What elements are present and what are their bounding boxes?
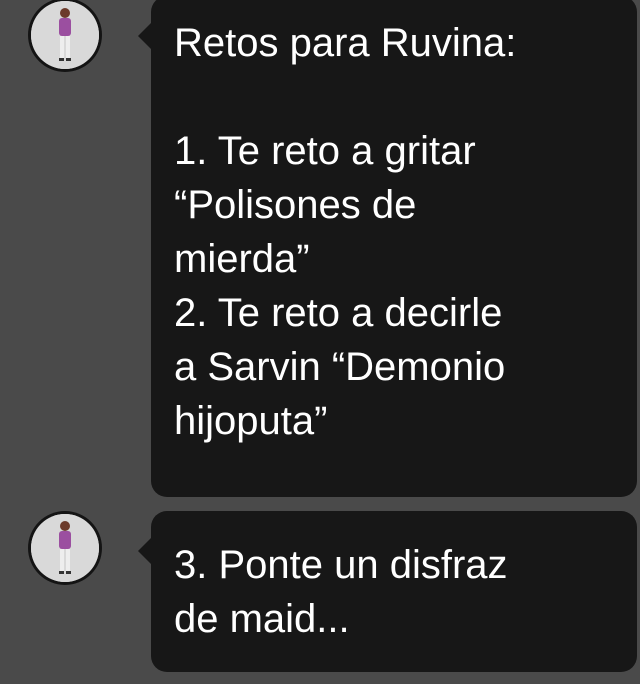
message-line: “Polisones de [174, 183, 417, 227]
message-bubble[interactable]: Retos para Ruvina: 1. Te reto a gritar “… [138, 0, 637, 497]
avatar-photo [31, 514, 99, 582]
bubble-tail [138, 537, 152, 565]
message-line: mierda” [174, 237, 310, 281]
message-line: hijoputa” [174, 399, 328, 443]
avatar-photo [31, 1, 99, 69]
avatar[interactable] [28, 0, 102, 72]
avatar[interactable] [28, 511, 102, 585]
message-line: 2. Te reto a decirle [174, 291, 503, 335]
message-line: 1. Te reto a gritar [174, 129, 476, 173]
person-photo-icon [31, 514, 99, 582]
message-bubble[interactable]: 3. Ponte un disfraz de maid... [138, 511, 637, 672]
message-line: a Sarvin “Demonio [174, 345, 506, 389]
message-line: 3. Ponte un disfraz [174, 543, 508, 587]
bubble-tail [138, 22, 152, 50]
message-line-blank [174, 70, 619, 124]
message-line: Retos para Ruvina: [174, 21, 517, 65]
message-line: de maid... [174, 597, 350, 641]
person-photo-icon [31, 1, 99, 69]
